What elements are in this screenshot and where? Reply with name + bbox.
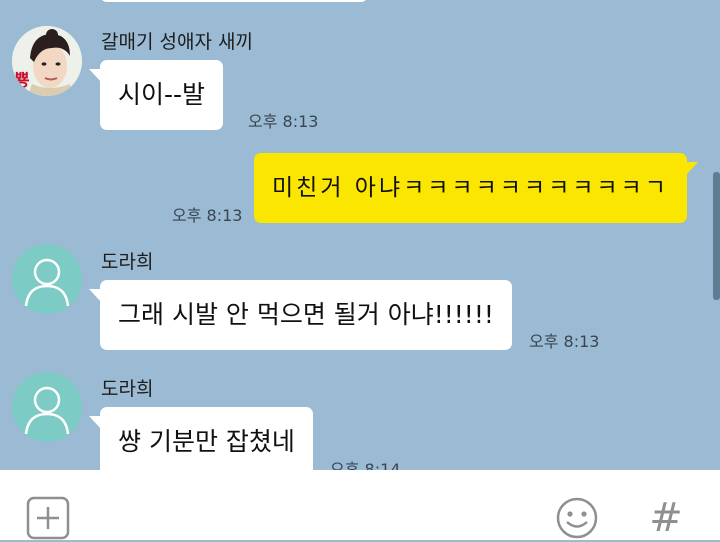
input-bar: # <box>0 470 720 542</box>
avatar-badge: 뿅 <box>14 71 30 91</box>
message-bubble[interactable]: 그래 시발 안 먹으면 될거 아냐!!!!!! <box>89 280 512 350</box>
message-time: 오후 8:13 <box>529 332 600 351</box>
message-time: 오후 8:13 <box>172 206 243 225</box>
message-bubble-outgoing[interactable]: 미친거 아냐ㅋㅋㅋㅋㅋㅋㅋㅋㅋㅋㄱ <box>254 153 698 223</box>
hashtag-symbol: # <box>649 495 683 541</box>
message-time: 오후 8:13 <box>248 112 319 131</box>
sender-name: 도라희 <box>101 251 154 273</box>
avatar[interactable] <box>12 244 82 314</box>
avatar[interactable] <box>12 372 82 442</box>
message-bubble[interactable]: 시이--발 <box>88 60 224 130</box>
default-profile-icon <box>24 386 70 435</box>
hashtag-icon[interactable]: # <box>644 494 688 542</box>
default-profile-icon <box>24 258 70 307</box>
message-time: 오후 8:14 <box>330 460 401 470</box>
message-bubble[interactable]: 썅 기분만 잡쳤네 <box>89 407 313 470</box>
emoji-icon[interactable] <box>555 496 599 540</box>
avatar[interactable]: 뿅 <box>12 26 82 96</box>
sender-name: 갈매기 성애자 새끼 <box>101 31 253 53</box>
sender-name: 도라희 <box>101 378 154 400</box>
previous-message-bubble <box>100 0 368 2</box>
plus-icon[interactable] <box>26 496 70 540</box>
chat-area[interactable]: 뿅 갈매기 성애자 새끼 시이--발 오후 8:13 오후 8:13 미친거 아… <box>0 0 720 470</box>
scrollbar[interactable] <box>713 172 720 300</box>
